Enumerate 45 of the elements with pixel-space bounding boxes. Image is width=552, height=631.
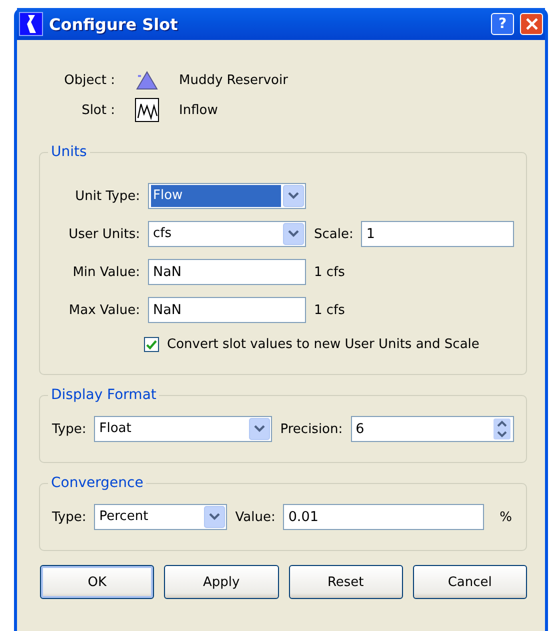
field-label: Scale: [314,226,354,242]
group-title: Display Format [48,386,160,404]
dropdown[interactable]: cfs [148,221,306,247]
field-label: Type: [52,422,86,436]
chevron-down-icon[interactable] [283,223,304,245]
field-label: Value: [235,510,276,524]
help-button[interactable]: ? [491,13,514,35]
hydrograph-icon [135,98,159,122]
input-field[interactable]: NaN [148,259,306,285]
dialog-button[interactable]: OK [40,565,154,599]
field-value: Inflow [179,102,219,118]
field-label: Max Value: [68,302,140,318]
app-logo-icon [19,12,43,36]
chevron-down-icon[interactable] [204,506,226,528]
unit-label: 1 cfs [314,264,346,280]
field-label: Object : [63,72,115,88]
unit-label: % [500,510,512,524]
close-icon[interactable] [526,18,538,30]
dropdown[interactable]: Flow [148,183,306,209]
close-button[interactable] [520,13,543,35]
checkbox[interactable] [144,337,159,352]
field-label: Type: [52,510,86,524]
field-label: User Units: [68,226,140,242]
field-label: Min Value: [72,264,140,280]
chevron-down-icon[interactable] [283,185,304,207]
spinner-field[interactable]: 6 [350,416,514,442]
triangle-icon [135,70,159,90]
input-field[interactable]: NaN [148,297,306,323]
group-title: Convergence [48,474,146,492]
dropdown[interactable]: Percent [94,504,228,530]
dialog-button[interactable]: Reset [288,565,403,599]
field-label: Unit Type: [74,188,140,204]
window-title: Configure Slot [49,14,179,34]
input-field[interactable]: 1 [361,221,514,247]
field-label: Precision: [280,422,343,436]
chevron-down-icon[interactable] [249,418,270,440]
dropdown[interactable]: Float [94,416,272,442]
checkbox-label: Convert slot values to new User Units and Scale [167,337,480,352]
field-value: Muddy Reservoir [179,72,289,88]
dialog-button[interactable]: Apply [164,565,278,599]
spinner-arrows-icon[interactable] [493,418,511,440]
dialog-button[interactable]: Cancel [412,565,527,599]
unit-label: 1 cfs [314,302,346,318]
input-field[interactable]: 0.01 [283,504,484,530]
field-label: Slot : [80,102,115,118]
